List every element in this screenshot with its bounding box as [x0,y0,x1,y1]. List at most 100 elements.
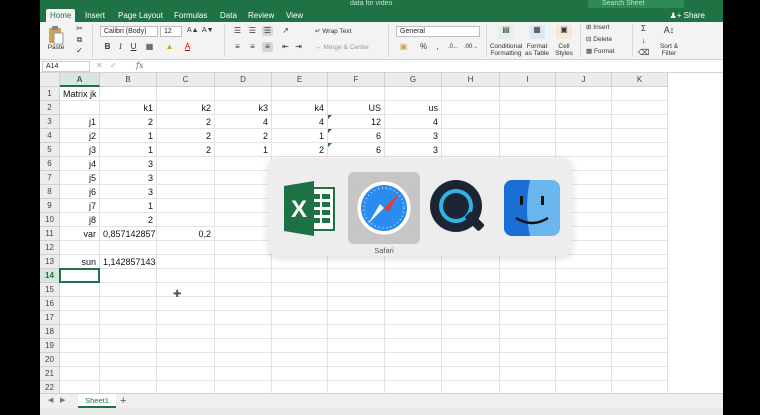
copy-icon[interactable]: ⧉ [74,35,85,45]
sort-filter-label[interactable]: Sort & Filter [654,43,684,57]
cell-f2[interactable]: US [328,101,385,115]
cell-b8[interactable]: 3 [100,185,157,199]
cell-f14[interactable] [328,269,385,283]
cell-b10[interactable]: 2 [100,213,157,227]
cell-i17[interactable] [500,311,556,325]
cell-h16[interactable] [442,297,500,311]
cell-a16[interactable] [60,297,100,311]
cell-j1[interactable] [556,87,612,101]
cell-a15[interactable] [60,283,100,297]
percent-icon[interactable]: % [418,42,429,52]
cell-j17[interactable] [556,311,612,325]
orientation-icon[interactable]: ↗ [280,26,291,36]
cell-g1[interactable] [385,87,442,101]
format-as-table-icon[interactable]: ▦ [529,25,545,39]
row-header-8[interactable]: 8 [40,185,60,199]
cell-a6[interactable]: j4 [60,157,100,171]
cell-d10[interactable] [215,213,272,227]
cell-styles-icon[interactable]: ▣ [556,25,572,39]
cell-f15[interactable] [328,283,385,297]
row-header-12[interactable]: 12 [40,241,60,255]
cell-k17[interactable] [612,311,668,325]
cell-c13[interactable] [157,255,215,269]
cell-h2[interactable] [442,101,500,115]
cell-j13[interactable] [556,255,612,269]
cell-b21[interactable] [100,367,157,381]
cell-i16[interactable] [500,297,556,311]
cell-d6[interactable] [215,157,272,171]
cell-h3[interactable] [442,115,500,129]
delete-cells-button[interactable]: ⊟ Delete [586,36,612,43]
cell-b7[interactable]: 3 [100,171,157,185]
excel-app[interactable]: X [274,172,346,244]
row-header-9[interactable]: 9 [40,199,60,213]
cell-d19[interactable] [215,339,272,353]
currency-icon[interactable]: ▣ [398,42,409,52]
column-header-j[interactable]: J [556,73,612,87]
cell-b15[interactable] [100,283,157,297]
cell-j19[interactable] [556,339,612,353]
cell-b5[interactable]: 1 [100,143,157,157]
cell-d11[interactable] [215,227,272,241]
tab-review[interactable]: Review [244,9,278,22]
cell-b9[interactable]: 1 [100,199,157,213]
cell-k19[interactable] [612,339,668,353]
row-header-10[interactable]: 10 [40,213,60,227]
cell-k9[interactable] [612,199,668,213]
row-header-1[interactable]: 1 [40,87,60,101]
cell-d20[interactable] [215,353,272,367]
cell-k10[interactable] [612,213,668,227]
cell-d16[interactable] [215,297,272,311]
tab-insert[interactable]: Insert [81,9,109,22]
cell-i14[interactable] [500,269,556,283]
row-header-3[interactable]: 3 [40,115,60,129]
increase-font-icon[interactable]: A▲ [187,26,199,36]
cell-i13[interactable] [500,255,556,269]
row-header-15[interactable]: 15 [40,283,60,297]
cell-f1[interactable] [328,87,385,101]
cell-e19[interactable] [272,339,328,353]
cell-a20[interactable] [60,353,100,367]
cell-b18[interactable] [100,325,157,339]
cell-h1[interactable] [442,87,500,101]
cell-f21[interactable] [328,367,385,381]
merge-center-button[interactable]: ↔ Merge & Center [315,44,369,51]
bold-button[interactable]: B [102,42,113,52]
row-header-14[interactable]: 14 [40,269,60,283]
cell-k2[interactable] [612,101,668,115]
cell-e17[interactable] [272,311,328,325]
cell-g21[interactable] [385,367,442,381]
cell-d1[interactable] [215,87,272,101]
cell-f13[interactable] [328,255,385,269]
decrease-font-icon[interactable]: A▼ [202,26,214,36]
cell-c18[interactable] [157,325,215,339]
autosum-icon[interactable]: Σ [638,24,649,34]
align-left-icon[interactable]: ≡ [232,42,243,52]
tab-home[interactable]: Home [46,9,76,22]
cell-f5[interactable]: 6 [328,143,385,157]
underline-button[interactable]: U [128,42,139,52]
cell-h20[interactable] [442,353,500,367]
cell-d2[interactable]: k3 [215,101,272,115]
cell-e20[interactable] [272,353,328,367]
search-sheet-input[interactable]: Search Sheet [588,0,684,8]
cell-c1[interactable] [157,87,215,101]
row-header-2[interactable]: 2 [40,101,60,115]
cell-g13[interactable] [385,255,442,269]
safari-app[interactable] [348,172,420,244]
cell-a8[interactable]: j6 [60,185,100,199]
cell-g2[interactable]: us [385,101,442,115]
name-box[interactable]: A14 [42,61,90,72]
cell-k13[interactable] [612,255,668,269]
cell-i15[interactable] [500,283,556,297]
cell-d8[interactable] [215,185,272,199]
cell-f4[interactable]: 6 [328,129,385,143]
cell-a18[interactable] [60,325,100,339]
cell-f3[interactable]: 12 [328,115,385,129]
cell-i2[interactable] [500,101,556,115]
active-cell-selection[interactable] [59,268,100,283]
row-header-16[interactable]: 16 [40,297,60,311]
cell-f17[interactable] [328,311,385,325]
cell-b16[interactable] [100,297,157,311]
column-header-i[interactable]: I [500,73,556,87]
